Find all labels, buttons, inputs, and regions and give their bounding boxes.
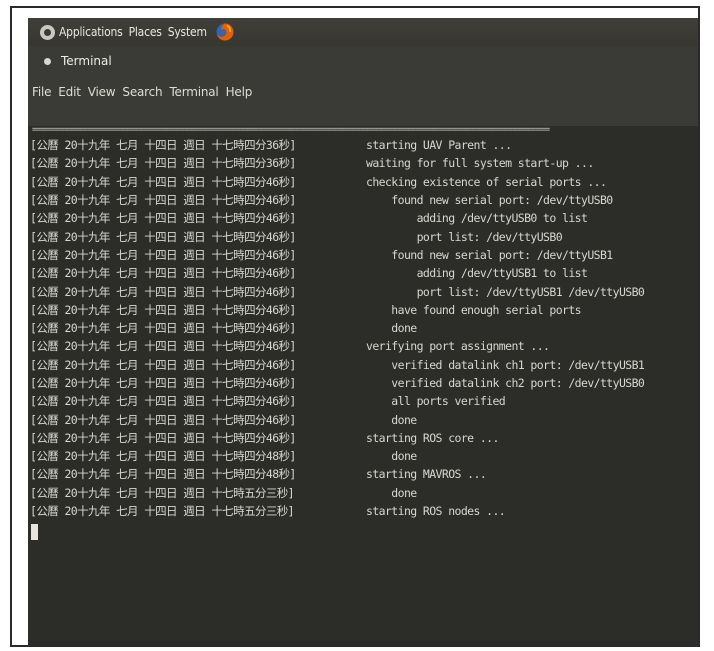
log-timestamp: [公曆 20十九年 七月 十四日 週日 十七時四分46秒] xyxy=(30,302,296,317)
terminal-line: [公曆 20十九年 七月 十四日 週日 十七時四分46秒] found new … xyxy=(30,191,698,209)
log-timestamp: [公曆 20十九年 七月 十四日 週日 十七時四分46秒] xyxy=(30,394,296,409)
log-message: starting ROS core ... xyxy=(366,430,499,445)
log-timestamp: [公曆 20十九年 七月 十四日 週日 十七時四分48秒] xyxy=(30,449,296,464)
log-timestamp: [公曆 20十九年 七月 十四日 週日 十七時四分46秒] xyxy=(30,193,296,208)
log-message: done xyxy=(366,321,417,336)
log-message: starting UAV Parent ... xyxy=(366,138,512,153)
menu-search[interactable]: Search xyxy=(122,85,162,99)
desktop-window: Applications Places System Terminal File… xyxy=(28,18,698,645)
terminal-line: [公曆 20十九年 七月 十四日 週日 十七時四分48秒] done xyxy=(30,447,698,465)
close-dot-icon[interactable] xyxy=(44,57,51,65)
log-timestamp: [公曆 20十九年 七月 十四日 週日 十七時四分46秒] xyxy=(30,412,296,427)
ubuntu-logo-icon[interactable] xyxy=(40,24,55,40)
log-timestamp: [公曆 20十九年 七月 十四日 週日 十七時四分46秒] xyxy=(30,430,296,445)
log-timestamp: [公曆 20十九年 七月 十四日 週日 十七時四分46秒] xyxy=(30,284,296,299)
log-timestamp: [公曆 20十九年 七月 十四日 週日 十七時五分三秒] xyxy=(30,504,295,519)
terminal-line: [公曆 20十九年 七月 十四日 週日 十七時四分46秒] verified d… xyxy=(30,356,698,374)
log-timestamp: [公曆 20十九年 七月 十四日 週日 十七時四分46秒] xyxy=(30,229,296,244)
log-timestamp: [公曆 20十九年 七月 十四日 週日 十七時四分46秒] xyxy=(30,266,296,281)
log-timestamp: [公曆 20十九年 七月 十四日 週日 十七時四分46秒] xyxy=(30,376,296,390)
log-message: adding /dev/ttyUSB1 to list xyxy=(366,266,588,281)
terminal-lines: [公曆 20十九年 七月 十四日 週日 十七時四分36秒] starting UA… xyxy=(30,136,698,520)
terminal-line: [公曆 20十九年 七月 十四日 週日 十七時四分46秒] done xyxy=(30,319,698,337)
log-message: done xyxy=(366,412,417,427)
terminal-line: [公曆 20十九年 七月 十四日 週日 十七時四分46秒] adding /de… xyxy=(30,209,698,227)
terminal-line: [公曆 20十九年 七月 十四日 週日 十七時四分46秒] checking ex… xyxy=(30,173,698,191)
panel-menu-applications[interactable]: Applications xyxy=(59,25,123,39)
window-title: Terminal xyxy=(61,54,112,68)
terminal-line: [公曆 20十九年 七月 十四日 週日 十七時四分46秒] verifying p… xyxy=(30,337,698,355)
log-timestamp: [公曆 20十九年 七月 十四日 週日 十七時四分36秒] xyxy=(30,138,296,153)
terminal-line: [公曆 20十九年 七月 十四日 週日 十七時四分46秒] port list:… xyxy=(30,282,698,300)
terminal-line: [公曆 20十九年 七月 十四日 週日 十七時四分46秒] have found… xyxy=(30,301,698,319)
log-message: found new serial port: /dev/ttyUSB1 xyxy=(366,247,613,262)
log-message: waiting for full system start-up ... xyxy=(366,156,594,171)
log-timestamp: [公曆 20十九年 七月 十四日 週日 十七時四分48秒] xyxy=(30,467,296,482)
top-panel: Applications Places System xyxy=(28,18,698,46)
text-cursor xyxy=(31,524,38,541)
log-message: verified datalink ch1 port: /dev/ttyUSB1 xyxy=(366,357,645,372)
log-message: verifying port assignment ... xyxy=(366,339,550,354)
log-timestamp: [公曆 20十九年 七月 十四日 週日 十七時四分46秒] xyxy=(30,174,296,189)
terminal-line: [公曆 20十九年 七月 十四日 週日 十七時四分46秒] done xyxy=(30,410,698,428)
screenshot-frame: Applications Places System Terminal File… xyxy=(10,6,700,647)
terminal-line: [公曆 20十九年 七月 十四日 週日 十七時五分三秒] done xyxy=(30,484,698,502)
log-message: verified datalink ch2 port: /dev/ttyUSB0 xyxy=(366,376,645,390)
menu-terminal[interactable]: Terminal xyxy=(169,85,218,99)
terminal-line: [公曆 20十九年 七月 十四日 週日 十七時四分46秒] all ports … xyxy=(30,392,698,410)
terminal-line: [公曆 20十九年 七月 十四日 週日 十七時四分46秒] adding /de… xyxy=(30,264,698,282)
log-message: port list: /dev/ttyUSB0 xyxy=(366,229,563,244)
terminal-menubar: File Edit View Search Terminal Help xyxy=(28,80,698,104)
terminal-line: [公曆 20十九年 七月 十四日 週日 十七時四分46秒] starting RO… xyxy=(30,429,698,447)
log-message: starting MAVROS ... xyxy=(366,467,487,482)
log-timestamp: [公曆 20十九年 七月 十四日 週日 十七時四分46秒] xyxy=(30,357,296,372)
log-message: starting ROS nodes ... xyxy=(366,504,506,519)
menu-edit[interactable]: Edit xyxy=(58,85,81,99)
separator-rule: ========================================… xyxy=(32,126,550,135)
terminal-line: [公曆 20十九年 七月 十四日 週日 十七時四分46秒] verified d… xyxy=(30,374,698,392)
panel-menu-system[interactable]: System xyxy=(168,25,207,39)
terminal-line: [公曆 20十九年 七月 十四日 週日 十七時四分36秒] waiting for… xyxy=(30,154,698,172)
log-message: found new serial port: /dev/ttyUSB0 xyxy=(366,193,613,208)
log-message: adding /dev/ttyUSB0 to list xyxy=(366,211,588,226)
terminal-output[interactable]: ========================================… xyxy=(28,126,698,645)
terminal-line: [公曆 20十九年 七月 十四日 週日 十七時四分46秒] port list:… xyxy=(30,227,698,245)
menu-help[interactable]: Help xyxy=(226,85,253,99)
log-timestamp: [公曆 20十九年 七月 十四日 週日 十七時四分46秒] xyxy=(30,339,296,354)
log-timestamp: [公曆 20十九年 七月 十四日 週日 十七時四分36秒] xyxy=(30,156,296,171)
terminal-line: [公曆 20十九年 七月 十四日 週日 十七時四分46秒] found new … xyxy=(30,246,698,264)
log-timestamp: [公曆 20十九年 七月 十四日 週日 十七時四分46秒] xyxy=(30,211,296,226)
log-message: all ports verified xyxy=(366,394,506,409)
log-timestamp: [公曆 20十九年 七月 十四日 週日 十七時五分三秒] xyxy=(30,485,295,500)
terminal-line: [公曆 20十九年 七月 十四日 週日 十七時四分48秒] starting MA… xyxy=(30,465,698,483)
terminal-line: [公曆 20十九年 七月 十四日 週日 十七時五分三秒] starting ROS… xyxy=(30,502,698,520)
log-message: checking existence of serial ports ... xyxy=(366,174,607,189)
terminal-titlebar: Terminal xyxy=(28,48,698,74)
log-timestamp: [公曆 20十九年 七月 十四日 週日 十七時四分46秒] xyxy=(30,321,296,336)
log-timestamp: [公曆 20十九年 七月 十四日 週日 十七時四分46秒] xyxy=(30,247,296,262)
log-message: have found enough serial ports xyxy=(366,302,582,317)
log-message: done xyxy=(366,485,417,500)
log-message: done xyxy=(366,449,417,464)
menu-view[interactable]: View xyxy=(88,85,116,99)
menu-file[interactable]: File xyxy=(32,85,51,99)
terminal-line: [公曆 20十九年 七月 十四日 週日 十七時四分36秒] starting UA… xyxy=(30,136,698,154)
log-message: port list: /dev/ttyUSB1 /dev/ttyUSB0 xyxy=(366,284,645,299)
firefox-icon[interactable] xyxy=(215,22,235,42)
panel-menu-places[interactable]: Places xyxy=(129,25,162,39)
